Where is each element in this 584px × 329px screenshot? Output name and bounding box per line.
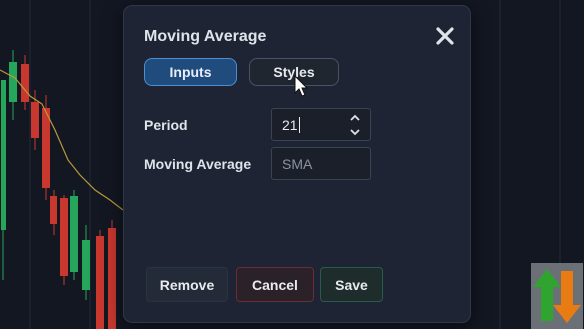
period-label: Period <box>144 117 188 133</box>
candle <box>70 196 78 272</box>
close-button[interactable] <box>434 25 456 47</box>
moving-average-select[interactable]: SMA <box>271 147 371 180</box>
candle <box>82 240 90 290</box>
chevron-up-icon[interactable] <box>348 113 362 123</box>
candle <box>108 228 116 329</box>
remove-button-label: Remove <box>159 276 215 293</box>
period-stepper[interactable] <box>348 113 362 137</box>
text-caret <box>298 116 300 133</box>
save-button[interactable]: Save <box>320 267 383 302</box>
close-icon <box>436 27 454 45</box>
moving-average-value: SMA <box>282 155 313 172</box>
cancel-button[interactable]: Cancel <box>236 267 314 302</box>
moving-average-dialog: Moving Average Inputs Styles Period 21 M… <box>123 5 471 323</box>
candle <box>31 102 39 138</box>
period-input[interactable]: 21 <box>271 108 371 141</box>
candle <box>60 198 68 276</box>
candle <box>1 80 6 230</box>
moving-average-label: Moving Average <box>144 156 252 172</box>
tab-inputs-label: Inputs <box>169 64 212 80</box>
remove-button[interactable]: Remove <box>146 267 228 302</box>
chevron-down-icon[interactable] <box>348 127 362 137</box>
dialog-title: Moving Average <box>144 28 267 45</box>
candle <box>42 108 50 188</box>
period-value: 21 <box>282 116 298 133</box>
candle <box>50 196 57 224</box>
save-button-label: Save <box>335 276 368 293</box>
moving-average-line <box>0 69 124 211</box>
candle <box>9 62 17 102</box>
mouse-pointer-icon <box>294 75 308 97</box>
candle <box>96 236 104 329</box>
candle <box>21 64 29 102</box>
up-down-arrows-logo <box>531 263 583 329</box>
tab-inputs[interactable]: Inputs <box>144 58 237 86</box>
cancel-button-label: Cancel <box>252 276 298 293</box>
